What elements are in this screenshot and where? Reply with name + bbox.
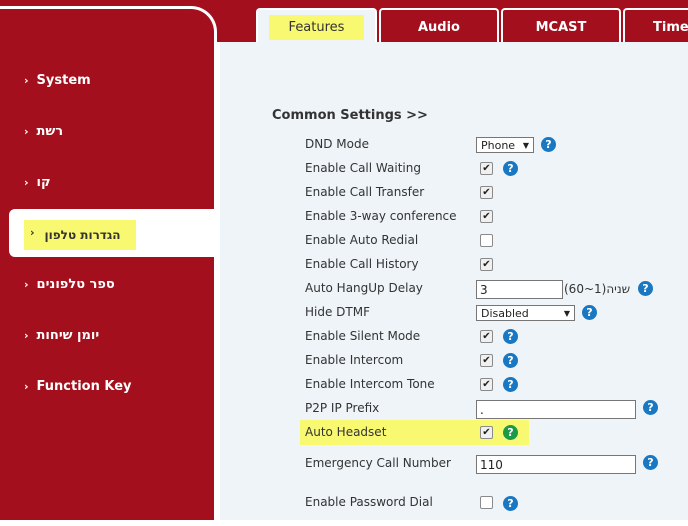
tab-audio[interactable]: Audio bbox=[379, 8, 499, 44]
sidebar-item-label: רשת bbox=[36, 124, 64, 139]
emergency-call-number-input[interactable]: 110 bbox=[476, 455, 636, 474]
call-transfer-label: Enable Call Transfer bbox=[305, 185, 425, 199]
help-icon[interactable]: ? bbox=[503, 353, 518, 368]
auto-redial-checkbox[interactable] bbox=[480, 234, 493, 247]
dnd-mode-select[interactable]: Phone ▼ bbox=[476, 137, 534, 153]
hide-dtmf-label: Hide DTMF bbox=[305, 305, 370, 319]
call-transfer-checkbox[interactable]: ✔ bbox=[480, 186, 493, 199]
tab-audio-label: Audio bbox=[417, 19, 460, 35]
tab-features-label: Features bbox=[268, 14, 365, 40]
dropdown-arrow-icon: ▼ bbox=[522, 140, 529, 150]
auto-hangup-delay-label: Auto HangUp Delay bbox=[305, 281, 423, 295]
intercom-tone-checkbox[interactable]: ✔ bbox=[480, 378, 493, 391]
call-history-checkbox[interactable]: ✔ bbox=[480, 258, 493, 271]
help-icon[interactable]: ? bbox=[638, 281, 653, 296]
call-history-label: Enable Call History bbox=[305, 257, 419, 271]
tab-features[interactable]: Features bbox=[256, 8, 377, 44]
sidebar-item-function-key[interactable]: › Function Key bbox=[24, 379, 132, 394]
silent-mode-checkbox[interactable]: ✔ bbox=[480, 330, 493, 343]
hide-dtmf-select[interactable]: Disabled ▼ bbox=[476, 305, 575, 321]
help-icon[interactable]: ? bbox=[503, 377, 518, 392]
password-dial-label: Enable Password Dial bbox=[305, 495, 433, 509]
chevron-right-icon: › bbox=[30, 225, 35, 239]
sidebar-item-label: Function Key bbox=[36, 379, 132, 394]
auto-hangup-range: (60~1)שניה bbox=[564, 282, 631, 296]
tab-time[interactable]: Time/I bbox=[623, 8, 688, 44]
call-waiting-checkbox[interactable]: ✔ bbox=[480, 162, 493, 175]
sidebar-item-label: קו bbox=[36, 175, 51, 190]
three-way-conference-checkbox[interactable]: ✔ bbox=[480, 210, 493, 223]
p2p-ip-prefix-label: P2P IP Prefix bbox=[305, 401, 380, 415]
chevron-right-icon: › bbox=[24, 278, 29, 291]
intercom-checkbox[interactable]: ✔ bbox=[480, 354, 493, 367]
help-icon[interactable]: ? bbox=[503, 425, 518, 440]
sidebar-item-label: ספר טלפונים bbox=[36, 277, 115, 292]
p2p-ip-prefix-input[interactable]: . bbox=[476, 400, 636, 419]
dropdown-arrow-icon: ▼ bbox=[563, 308, 570, 318]
chevron-right-icon: › bbox=[24, 74, 29, 87]
sidebar-item-call-log[interactable]: › יומן שיחות bbox=[24, 328, 99, 343]
section-title: Common Settings >> bbox=[272, 108, 428, 123]
sidebar-item-label: הגדרות טלפון bbox=[44, 228, 121, 242]
three-way-conference-label: Enable 3-way conference bbox=[305, 209, 457, 223]
sidebar-item-system[interactable]: › System bbox=[24, 73, 91, 88]
sidebar-item-label: יומן שיחות bbox=[36, 328, 100, 343]
hide-dtmf-value: Disabled bbox=[481, 306, 529, 320]
chevron-right-icon: › bbox=[24, 176, 29, 189]
auto-hangup-delay-input[interactable]: 3 bbox=[476, 280, 563, 299]
chevron-right-icon: › bbox=[24, 329, 29, 342]
auto-headset-checkbox[interactable]: ✔ bbox=[480, 426, 493, 439]
chevron-right-icon: › bbox=[24, 125, 29, 138]
help-icon[interactable]: ? bbox=[503, 329, 518, 344]
sidebar-item-network[interactable]: › רשת bbox=[24, 124, 63, 139]
password-dial-checkbox[interactable] bbox=[480, 496, 493, 509]
silent-mode-label: Enable Silent Mode bbox=[305, 329, 421, 343]
help-icon[interactable]: ? bbox=[582, 305, 597, 320]
sidebar-item-phonebook[interactable]: › ספר טלפונים bbox=[24, 277, 115, 292]
help-icon[interactable]: ? bbox=[643, 400, 658, 415]
dnd-mode-label: DND Mode bbox=[305, 137, 369, 151]
call-waiting-label: Enable Call Waiting bbox=[305, 161, 421, 175]
sidebar-item-line[interactable]: › קו bbox=[24, 175, 51, 190]
tab-mcast-label: MCAST bbox=[535, 19, 587, 35]
help-icon[interactable]: ? bbox=[503, 496, 518, 511]
sidebar-item-label: System bbox=[36, 73, 91, 88]
sidebar-item-phone-settings-label[interactable]: › הגדרות טלפון bbox=[24, 220, 136, 250]
tab-mcast[interactable]: MCAST bbox=[501, 8, 621, 44]
chevron-right-icon: › bbox=[24, 380, 29, 393]
auto-redial-label: Enable Auto Redial bbox=[305, 233, 419, 247]
help-icon[interactable]: ? bbox=[503, 161, 518, 176]
dnd-mode-value: Phone bbox=[481, 138, 516, 152]
intercom-tone-label: Enable Intercom Tone bbox=[305, 377, 435, 391]
tab-time-label: Time/I bbox=[653, 19, 688, 35]
help-icon[interactable]: ? bbox=[643, 455, 658, 470]
auto-headset-label: Auto Headset bbox=[305, 425, 387, 439]
emergency-call-number-label: Emergency Call Number bbox=[305, 456, 451, 470]
help-icon[interactable]: ? bbox=[541, 137, 556, 152]
intercom-label: Enable Intercom bbox=[305, 353, 404, 367]
